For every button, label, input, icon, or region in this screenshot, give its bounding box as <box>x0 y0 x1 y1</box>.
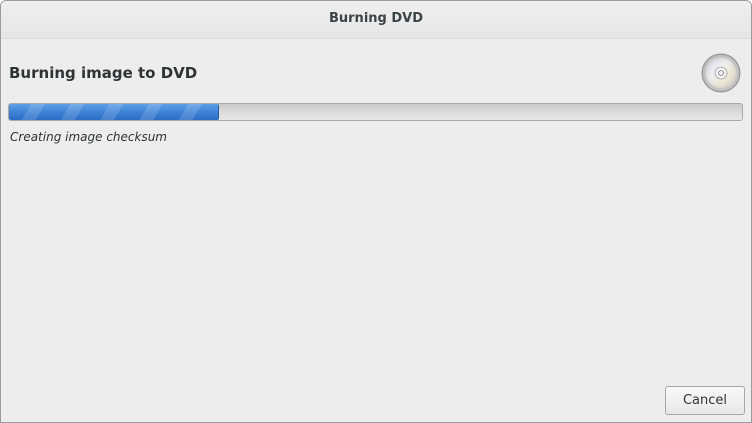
burn-heading: Burning image to DVD <box>9 64 198 82</box>
status-text: Creating image checksum <box>10 130 167 144</box>
optical-disc-icon <box>701 53 741 93</box>
burning-dialog-window: Burning DVD Burning image to DVD Creatin… <box>0 0 752 423</box>
window-title: Burning DVD <box>328 11 423 26</box>
burn-progress-bar <box>8 103 743 121</box>
cancel-button[interactable]: Cancel <box>665 386 745 415</box>
progress-fill <box>9 104 219 120</box>
titlebar[interactable]: Burning DVD <box>1 1 751 39</box>
